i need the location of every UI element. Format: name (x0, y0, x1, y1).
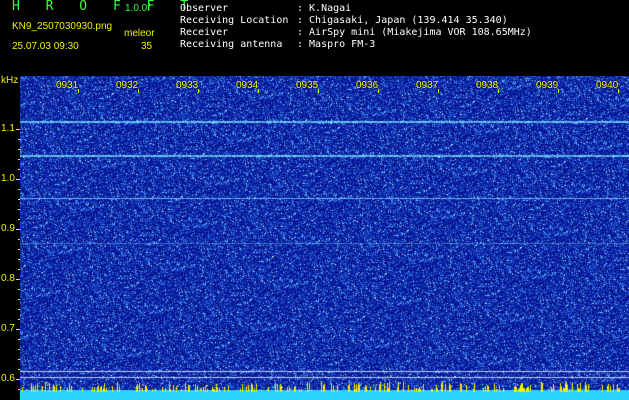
y-tick-label: 1.0 (1, 173, 15, 184)
datetime-label: 25.07.03 09:30 (12, 41, 79, 52)
info-label-antenna: Receiving antenna (180, 39, 283, 50)
info-value-location: : Chigasaki, Japan (139.414 35.340) (297, 15, 508, 26)
frequency-axis: kHz 1.1 1.0 0.9 0.8 0.7 0.6 (0, 75, 20, 400)
y-tick-label: 0.6 (1, 373, 15, 384)
version-label: 1.0.0f (125, 3, 151, 14)
y-tick-label: 1.1 (1, 123, 15, 134)
y-unit-label: kHz (1, 75, 19, 86)
info-label-receiver: Receiver (180, 27, 229, 38)
info-value-receiver: : AirSpy mini (Miakejima VOR 108.65MHz) (297, 27, 532, 38)
y-tick-label: 0.8 (1, 273, 15, 284)
info-label-observer: Observer (180, 3, 229, 14)
y-tick-label: 0.9 (1, 223, 15, 234)
param-label: meleor (124, 28, 155, 39)
info-value-observer: : K.Nagai (297, 3, 352, 14)
y-tick-label: 0.7 (1, 323, 15, 334)
header-panel: H R O F F T 1.0.0f KN9_2507030930.png me… (0, 0, 629, 76)
brand-title: H R O F F T (12, 0, 198, 14)
param-value: 35 (141, 41, 153, 52)
waterfall-spectrogram (20, 76, 629, 400)
filename-label: KN9_2507030930.png (12, 21, 113, 32)
info-label-location: Receiving Location (180, 15, 289, 26)
info-value-antenna: : Maspro FM-3 (297, 39, 376, 50)
